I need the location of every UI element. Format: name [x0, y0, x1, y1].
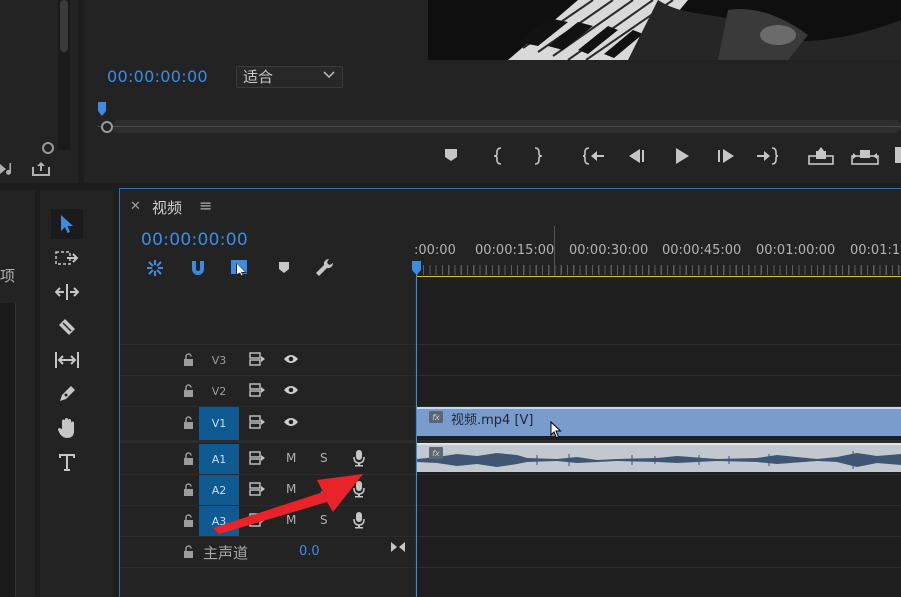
- program-playhead[interactable]: [98, 102, 106, 118]
- timeline-timecode[interactable]: 00:00:00:00: [141, 230, 248, 250]
- ruler-label: :00:00: [414, 243, 456, 258]
- mute-button[interactable]: M: [286, 451, 296, 465]
- lock-icon[interactable]: [181, 450, 195, 466]
- go-to-end-icon[interactable]: [389, 540, 407, 554]
- lift-icon[interactable]: [808, 147, 834, 165]
- track-label-v3[interactable]: V3: [199, 345, 239, 375]
- fx-badge: fx: [429, 447, 443, 459]
- hand-icon[interactable]: [54, 416, 80, 440]
- sync-lock-icon[interactable]: [248, 351, 266, 367]
- snap-nest-icon[interactable]: [145, 258, 165, 278]
- linked-selection-icon[interactable]: [229, 258, 251, 278]
- play-icon[interactable]: [673, 147, 691, 165]
- lock-icon[interactable]: [181, 543, 195, 559]
- sync-lock-icon[interactable]: [248, 414, 266, 430]
- go-to-out-icon[interactable]: [756, 147, 778, 165]
- eye-icon[interactable]: [282, 414, 300, 430]
- lock-icon[interactable]: [181, 512, 195, 528]
- export-frame-icon[interactable]: [895, 147, 901, 163]
- timeline-playhead[interactable]: [412, 261, 421, 276]
- video-clip-name: 视频.mp4 [V]: [451, 413, 534, 428]
- solo-button[interactable]: S: [320, 451, 328, 465]
- audio-clip[interactable]: [417, 443, 901, 472]
- track-select-forward-icon[interactable]: [54, 248, 80, 268]
- track-label-v1[interactable]: V1: [199, 407, 239, 440]
- project-panel-list: [0, 303, 16, 597]
- sequence-tab-title[interactable]: 视频: [152, 197, 182, 218]
- fx-badge: fx: [429, 411, 443, 423]
- slip-icon[interactable]: [54, 350, 80, 370]
- close-icon[interactable]: ✕: [130, 199, 141, 214]
- timeline-playhead-line: [416, 268, 417, 597]
- lock-icon[interactable]: [181, 382, 195, 398]
- ruler-label: 00:00:15:00: [475, 243, 555, 258]
- lock-icon[interactable]: [181, 481, 195, 497]
- microphone-icon[interactable]: [351, 448, 367, 468]
- source-panel-scroll-thumb[interactable]: [60, 0, 68, 52]
- ruler-label: 00:00:30:00: [569, 243, 649, 258]
- program-zoom-handle[interactable]: [101, 121, 113, 133]
- snap-magnet-icon[interactable]: [188, 258, 208, 278]
- step-back-icon[interactable]: [627, 147, 647, 165]
- project-panel-tab[interactable]: 项: [0, 265, 15, 286]
- timeline-settings-wrench-icon[interactable]: [314, 257, 336, 279]
- mark-out-icon[interactable]: [532, 147, 544, 165]
- sync-lock-icon[interactable]: [248, 382, 266, 398]
- program-timecode[interactable]: 00:00:00:00: [107, 67, 208, 86]
- razor-icon[interactable]: [54, 316, 80, 338]
- eye-icon[interactable]: [282, 382, 300, 398]
- ruler-ticks: [417, 265, 901, 275]
- lock-icon[interactable]: [181, 414, 195, 430]
- master-track-label: 主声道: [203, 544, 249, 562]
- zoom-handle[interactable]: [42, 142, 54, 154]
- mark-in-icon[interactable]: [492, 147, 504, 165]
- hover-time-indicator: [554, 226, 555, 276]
- selection-tool-icon[interactable]: [55, 213, 79, 235]
- ruler-label: 00:01:00:00: [756, 243, 836, 258]
- track-divider: [120, 567, 901, 568]
- track-divider: [120, 536, 901, 537]
- video-preview: [428, 0, 901, 60]
- program-ruler: [98, 126, 901, 127]
- ruler-label: 00:00:45:00: [662, 243, 742, 258]
- pen-icon[interactable]: [54, 383, 80, 405]
- annotation-arrow: [205, 466, 375, 536]
- master-volume-value[interactable]: 0.0: [299, 544, 320, 559]
- lock-icon[interactable]: [181, 351, 195, 367]
- ruler-label: 00:01:15: [850, 243, 901, 258]
- panel-menu-icon[interactable]: ≡: [199, 196, 212, 215]
- chevron-down-icon: [323, 70, 335, 80]
- mouse-cursor-icon: [549, 420, 563, 440]
- add-marker-icon[interactable]: [276, 259, 292, 277]
- ripple-edit-icon[interactable]: [54, 282, 80, 302]
- step-forward-icon[interactable]: [716, 147, 736, 165]
- sequence-tracks-area[interactable]: [417, 277, 901, 597]
- insert-audio-icon[interactable]: [0, 160, 18, 178]
- eye-icon[interactable]: [282, 351, 300, 367]
- extract-icon[interactable]: [851, 147, 879, 165]
- sync-lock-icon[interactable]: [248, 450, 266, 466]
- add-marker-icon[interactable]: [444, 147, 458, 163]
- track-label-v2[interactable]: V2: [199, 376, 239, 406]
- go-to-in-icon[interactable]: [583, 147, 605, 165]
- type-icon[interactable]: [54, 450, 80, 474]
- export-frame-icon[interactable]: [30, 160, 52, 178]
